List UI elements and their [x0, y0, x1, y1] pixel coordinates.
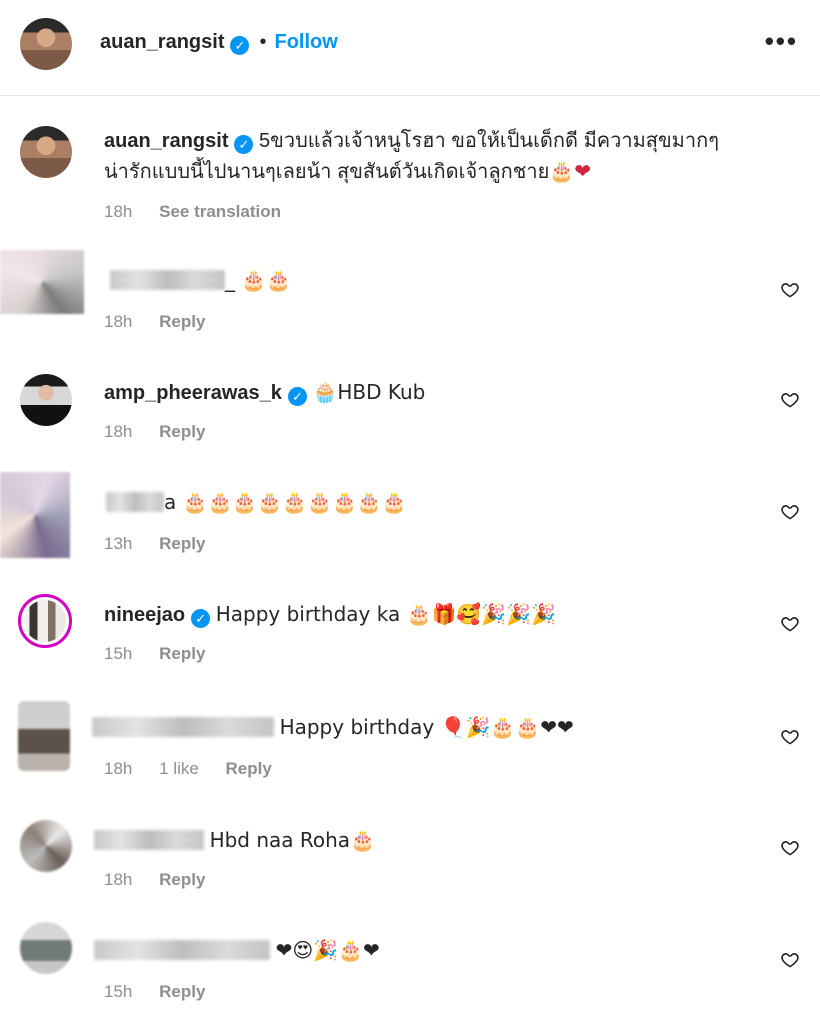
comment-meta: 13h Reply: [104, 534, 227, 554]
more-options-icon[interactable]: •••: [765, 26, 798, 57]
header-username[interactable]: auan_rangsit: [100, 31, 224, 53]
comment-likes[interactable]: 1 like: [159, 759, 199, 778]
owner-avatar[interactable]: [20, 18, 72, 70]
comment-time: 18h: [104, 312, 133, 331]
like-heart-icon[interactable]: [780, 502, 800, 522]
comment-line: Happy birthday 🎈🎉🎂🎂❤❤: [92, 715, 574, 740]
caption-text-line2: น่ารักแบบนี้ไปนานๆเลยน้า สุขสันต์วันเกิด…: [104, 161, 550, 183]
blurred-username[interactable]: [106, 492, 164, 512]
comment-text: ❤😍🎉🎂❤: [275, 938, 380, 962]
comment-line: a 🎂🎂🎂🎂🎂🎂🎂🎂🎂: [106, 490, 407, 515]
comment-meta: 18h Reply: [104, 870, 227, 890]
comment-text: a 🎂🎂🎂🎂🎂🎂🎂🎂🎂: [164, 490, 407, 514]
caption-username[interactable]: auan_rangsit: [104, 130, 228, 152]
caption-meta: 18h See translation: [104, 202, 303, 222]
comment-line: _ 🎂🎂: [110, 268, 291, 293]
comment-meta: 18h Reply: [104, 422, 227, 442]
caption-time: 18h: [104, 202, 133, 221]
comment-line: amp_pheerawas_k ✓ 🧁HBD Kub: [104, 380, 425, 406]
comment-line: Hbd naa Roha🎂: [94, 828, 375, 853]
caption-emojis: 🎂❤: [549, 159, 591, 183]
avatar[interactable]: [20, 374, 72, 426]
verified-badge-icon: ✓: [234, 135, 254, 154]
comment-meta: 18h Reply: [104, 312, 227, 332]
follow-button[interactable]: Follow: [275, 31, 338, 53]
like-heart-icon[interactable]: [780, 950, 800, 970]
reply-button[interactable]: Reply: [159, 534, 205, 553]
avatar[interactable]: [20, 922, 72, 974]
verified-badge-icon: ✓: [191, 609, 211, 628]
like-heart-icon[interactable]: [780, 390, 800, 410]
avatar[interactable]: [18, 701, 70, 771]
blurred-username[interactable]: [92, 717, 274, 737]
comment-text: Hbd naa Roha🎂: [209, 828, 375, 852]
comment-text: _ 🎂🎂: [225, 268, 292, 292]
comment-item: Hbd naa Roha🎂 18h Reply: [0, 810, 820, 900]
comment-item: a 🎂🎂🎂🎂🎂🎂🎂🎂🎂 13h Reply: [0, 468, 820, 560]
comment-meta: 15h Reply: [104, 644, 227, 664]
header-user-row: auan_rangsit ✓ • Follow: [100, 31, 338, 55]
comment-username[interactable]: amp_pheerawas_k: [104, 382, 282, 404]
post-header: auan_rangsit ✓ • Follow •••: [0, 0, 820, 96]
comment-text: 🧁HBD Kub: [312, 380, 426, 404]
comment-time: 15h: [104, 982, 133, 1001]
caption-avatar[interactable]: [20, 126, 72, 178]
see-translation-link[interactable]: See translation: [159, 202, 281, 221]
comment-meta: 15h Reply: [104, 982, 227, 1002]
comment-time: 18h: [104, 870, 133, 889]
comment-time: 18h: [104, 422, 133, 441]
like-heart-icon[interactable]: [780, 614, 800, 634]
comment-username[interactable]: nineejao: [104, 604, 185, 626]
like-heart-icon[interactable]: [780, 280, 800, 300]
reply-button[interactable]: Reply: [159, 422, 205, 441]
avatar[interactable]: [18, 594, 72, 648]
comment-line: nineejao ✓ Happy birthday ka 🎂🎁🥰🎉🎉🎉: [104, 602, 556, 628]
reply-button[interactable]: Reply: [159, 644, 205, 663]
comment-time: 18h: [104, 759, 133, 778]
comment-item: ❤😍🎉🎂❤ 15h Reply: [0, 918, 820, 1012]
comment-item: _ 🎂🎂 18h Reply: [0, 250, 820, 332]
avatar[interactable]: [0, 472, 70, 558]
caption-text-line1: 5ขวบแล้วเจ้าหนูโรฮา ขอให้เป็นเด็กดี มีคว…: [259, 130, 719, 152]
verified-badge-icon: ✓: [287, 387, 307, 406]
avatar[interactable]: [20, 820, 72, 872]
reply-button[interactable]: Reply: [159, 312, 205, 331]
comment-item: nineejao ✓ Happy birthday ka 🎂🎁🥰🎉🎉🎉 15h R…: [0, 590, 820, 670]
verified-badge-icon: ✓: [230, 36, 250, 55]
avatar[interactable]: [0, 250, 84, 314]
reply-button[interactable]: Reply: [226, 759, 272, 778]
blurred-username[interactable]: [110, 270, 225, 290]
comment-meta: 18h 1 like Reply: [104, 759, 294, 779]
reply-button[interactable]: Reply: [159, 870, 205, 889]
comment-time: 15h: [104, 644, 133, 663]
comment-item: Happy birthday 🎈🎉🎂🎂❤❤ 18h 1 like Reply: [0, 695, 820, 785]
comment-time: 13h: [104, 534, 133, 553]
comment-line: ❤😍🎉🎂❤: [94, 938, 380, 963]
blurred-username[interactable]: [94, 830, 204, 850]
comment-item: amp_pheerawas_k ✓ 🧁HBD Kub 18h Reply: [0, 368, 820, 448]
comment-text: Happy birthday 🎈🎉🎂🎂❤❤: [279, 715, 574, 739]
blurred-username[interactable]: [94, 940, 270, 960]
reply-button[interactable]: Reply: [159, 982, 205, 1001]
caption: auan_rangsit ✓ 5ขวบแล้วเจ้าหนูโรฮา ขอให้เ…: [0, 96, 820, 236]
caption-body: auan_rangsit ✓ 5ขวบแล้วเจ้าหนูโรฮา ขอให้เ…: [104, 126, 804, 187]
comment-text: Happy birthday ka 🎂🎁🥰🎉🎉🎉: [215, 602, 556, 626]
separator-dot: •: [259, 31, 267, 53]
like-heart-icon[interactable]: [780, 727, 800, 747]
like-heart-icon[interactable]: [780, 838, 800, 858]
